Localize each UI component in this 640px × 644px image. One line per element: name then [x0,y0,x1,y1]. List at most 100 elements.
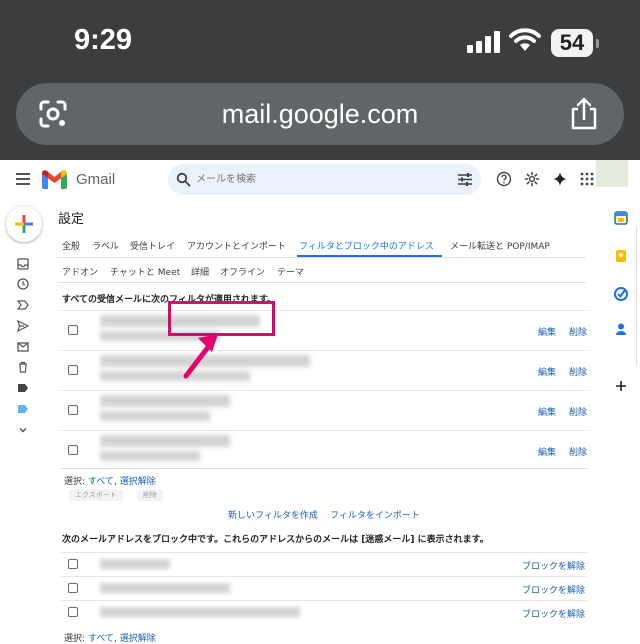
export-button[interactable]: エクスポート [68,489,124,501]
label-colored-icon[interactable] [17,403,29,415]
import-filters-link[interactable]: フィルタをインポート [330,508,420,521]
select-all-link[interactable]: すべて [88,477,114,487]
tab-accounts-import[interactable]: アカウントとインポート [187,239,286,252]
tab-forwarding-pop-imap[interactable]: メール転送と POP/IMAP [450,239,550,252]
edit-filter-link[interactable]: 編集 [538,445,556,458]
create-new-filter-link[interactable]: 新しいフィルタを作成 [228,508,318,521]
page-title: 設定 [58,212,85,227]
delete-filter-link[interactable]: 削除 [569,405,587,418]
tasks-icon[interactable] [614,287,628,301]
keep-notes-icon[interactable] [614,249,628,263]
apps-grid-icon[interactable] [579,171,595,187]
filters-table-bottom [60,468,588,469]
edit-filter-link[interactable]: 編集 [538,405,556,418]
select-separator: , [113,477,117,487]
redacted-filter-action [100,411,210,421]
side-panel-rail [604,200,640,640]
row-checkbox[interactable] [68,365,78,375]
tab-inbox[interactable]: 受信トレイ [130,239,175,252]
blocked-address-row: ブロックを解除 [60,600,588,624]
blocked-address-row: ブロックを解除 [60,576,588,600]
settings-gear-icon[interactable] [524,171,540,187]
redacted-email-address [100,583,230,593]
unblock-link[interactable]: ブロックを解除 [522,583,585,596]
select-label: 選択: [64,634,86,644]
selection-controls: 選択: すべて, 選択解除 [64,474,156,487]
redacted-email-address [100,607,300,617]
battery-level: 54 [551,29,593,57]
tabs-row2-divider [58,282,586,283]
pointer-arrow-annotation [183,334,218,379]
all-mail-icon[interactable] [17,341,29,353]
battery-tip [596,39,599,48]
edit-filter-link[interactable]: 編集 [538,365,556,378]
row-checkbox[interactable] [68,445,78,455]
tab-chat-meet[interactable]: チャットと Meet [110,265,180,278]
redacted-filter-criteria [100,435,230,447]
cellular-signal-icon [467,31,503,53]
snoozed-clock-icon[interactable] [17,278,29,290]
row-checkbox[interactable] [68,583,78,593]
search-icon[interactable] [176,172,191,187]
account-avatar[interactable] [596,160,628,187]
tab-filters-blocked[interactable]: フィルタとブロック中のアドレス [299,239,434,252]
share-icon[interactable] [569,97,599,131]
edit-filter-link[interactable]: 編集 [538,325,556,338]
search-box[interactable] [168,164,481,195]
select-none-link[interactable]: 選択解除 [120,477,156,487]
unblock-link[interactable]: ブロックを解除 [522,607,585,620]
blocked-selection-controls: 選択: すべて, 選択解除 [64,631,156,644]
compose-plus-icon [15,215,33,233]
left-navigation-rail [0,200,48,640]
tab-addons[interactable]: アドオン [62,265,98,278]
compose-button[interactable] [6,206,42,242]
search-input[interactable] [196,164,436,195]
help-icon[interactable] [496,171,512,187]
calendar-icon[interactable] [614,211,628,225]
settings-panel: 設定 全般 ラベル 受信トレイ アカウントとインポート フィルタとブロック中のア… [48,200,604,644]
row-checkbox[interactable] [68,559,78,569]
wifi-icon [509,28,541,51]
filter-row: 編集 削除 [60,350,588,388]
redacted-filter-criteria [100,395,230,407]
delete-selected-button[interactable]: 削除 [136,489,164,501]
row-checkbox[interactable] [68,325,78,335]
unblock-link[interactable]: ブロックを解除 [522,559,585,572]
rail-divider [636,226,637,366]
url-text[interactable]: mail.google.com [16,83,624,145]
tab-labels[interactable]: ラベル [92,239,119,252]
tab-advanced[interactable]: 詳細 [191,265,209,278]
select-all-link[interactable]: すべて [88,634,114,644]
gmail-logo-icon[interactable] [42,170,67,189]
delete-filter-link[interactable]: 削除 [569,445,587,458]
redacted-email-address [100,559,170,569]
tab-general[interactable]: 全般 [62,239,80,252]
tabs-divider [58,257,586,258]
delete-filter-link[interactable]: 削除 [569,365,587,378]
address-bar[interactable]: mail.google.com [16,83,624,145]
row-checkbox[interactable] [68,607,78,617]
blocked-addresses-heading: 次のメールアドレスをブロック中です。これらのアドレスからのメールは [迷惑メール… [62,535,489,545]
label-icon[interactable] [17,382,29,394]
tab-offline[interactable]: オフライン [220,265,265,278]
add-addon-plus-icon[interactable] [615,380,627,392]
contacts-icon[interactable] [614,322,628,336]
row-checkbox[interactable] [68,405,78,415]
blocked-address-row: ブロックを解除 [60,552,588,576]
filter-row: 編集 削除 [60,310,588,348]
gemini-sparkle-icon[interactable] [552,171,568,187]
sent-icon[interactable] [17,320,29,332]
search-options-icon[interactable] [458,173,472,186]
filter-row: 編集 削除 [60,430,588,468]
gmail-header: Gmail [0,160,640,200]
redacted-filter-action [100,451,200,461]
delete-filter-link[interactable]: 削除 [569,325,587,338]
main-menu-icon[interactable] [16,173,30,185]
inbox-icon[interactable] [17,258,29,270]
trash-icon[interactable] [17,361,29,373]
select-none-link[interactable]: 選択解除 [120,634,156,644]
status-time: 9:29 [74,24,133,56]
expand-more-chevron-icon[interactable] [17,424,29,436]
tab-themes[interactable]: テーマ [277,265,304,278]
important-label-icon[interactable] [17,299,29,311]
